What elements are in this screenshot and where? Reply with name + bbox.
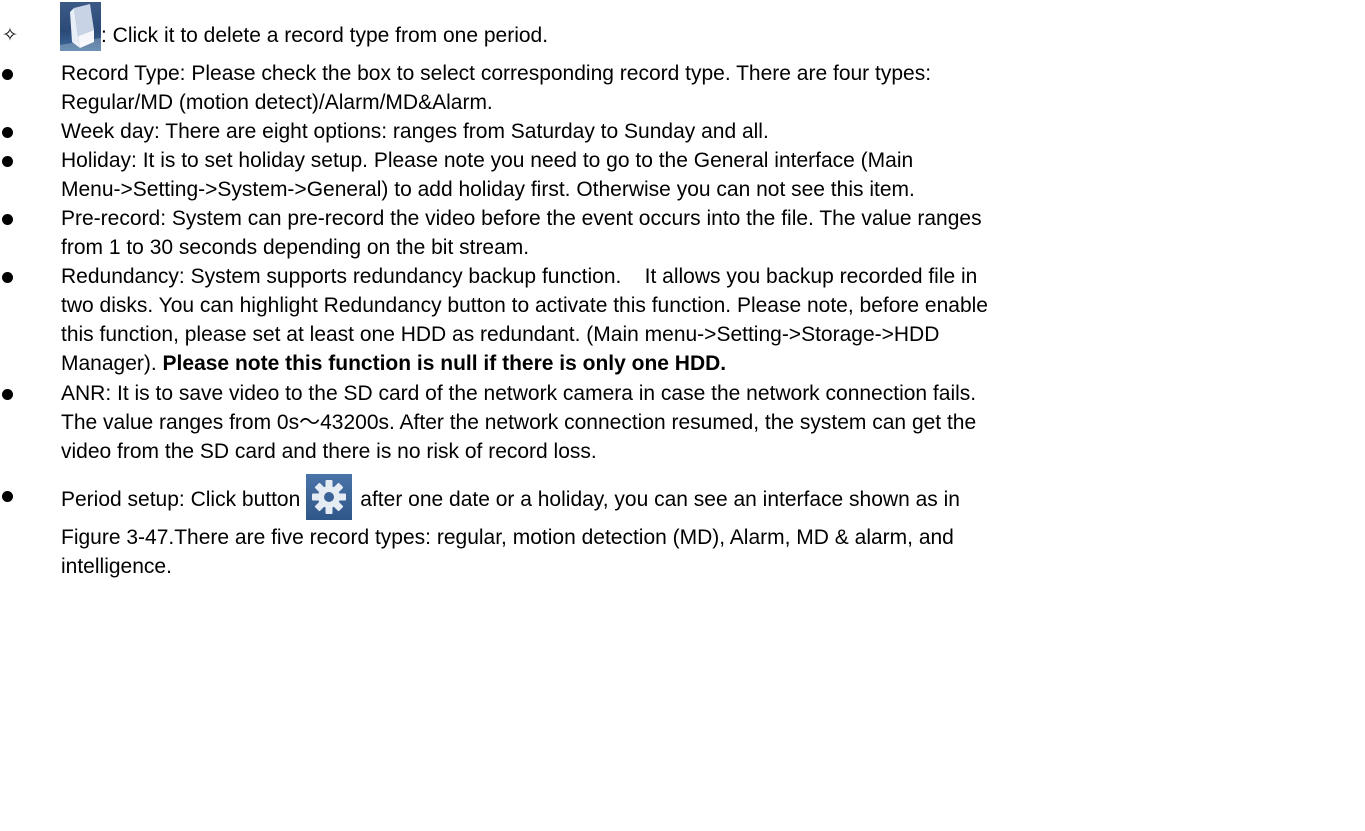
anr-line-2: The value ranges from 0s～43200s. After t… (61, 411, 977, 434)
bullet-dot (2, 481, 26, 510)
anr-line-3: video from the SD card and there is no r… (61, 440, 597, 463)
record-type-line-2: Regular/MD (motion detect)/Alarm/MD&Alar… (61, 91, 493, 114)
pre-record-line-2: from 1 to 30 seconds depending on the bi… (61, 236, 530, 259)
redundancy-line-4-text: Manager). (61, 352, 163, 375)
period-setup-after-icon: after one date or a holiday, you can see… (360, 488, 960, 511)
record-type-line-1: Record Type: Please check the box to sel… (61, 62, 932, 85)
holiday-line-2: Menu->Setting->System->General) to add h… (61, 178, 915, 201)
period-setup-line-3: intelligence. (61, 555, 172, 578)
redundancy-line-4: Manager). Please note this function is n… (61, 349, 1351, 378)
diamond-bullet: ✧ (2, 25, 18, 46)
pre-record-line-1: Pre-record: System can pre-record the vi… (61, 207, 982, 230)
bullet-dot (2, 262, 26, 291)
bullet-dot (2, 117, 26, 146)
period-setup-line-2: Figure 3-47.There are five record types:… (61, 526, 954, 549)
week-day-line: Week day: There are eight options: range… (61, 120, 769, 143)
bullet-dot (2, 146, 26, 175)
period-setup-lead: Period setup: Click button (61, 488, 301, 511)
redundancy-note: Please note this function is null if the… (162, 352, 727, 375)
bullet-dot (2, 204, 26, 233)
period-setup-line-1: Period setup: Click button after one dat… (61, 474, 1351, 523)
redundancy-line-3: this function, please set at least one H… (61, 323, 940, 346)
document-page: ✧ : Click it to delete a record type fro… (0, 0, 1365, 831)
redundancy-line-2: two disks. You can highlight Redundancy … (61, 294, 988, 317)
redundancy-line-1: Redundancy: System supports redundancy b… (61, 265, 978, 288)
holiday-line-1: Holiday: It is to set holiday setup. Ple… (61, 149, 914, 172)
anr-line-1: ANR: It is to save video to the SD card … (61, 382, 977, 405)
list-item-delete: ✧ : Click it to delete a record type fro… (0, 0, 1365, 60)
gear-icon (306, 474, 353, 520)
eraser-icon (60, 2, 101, 51)
delete-description: : Click it to delete a record type from … (101, 24, 549, 47)
bullet-dot (2, 59, 26, 88)
bullet-dot (2, 379, 26, 408)
